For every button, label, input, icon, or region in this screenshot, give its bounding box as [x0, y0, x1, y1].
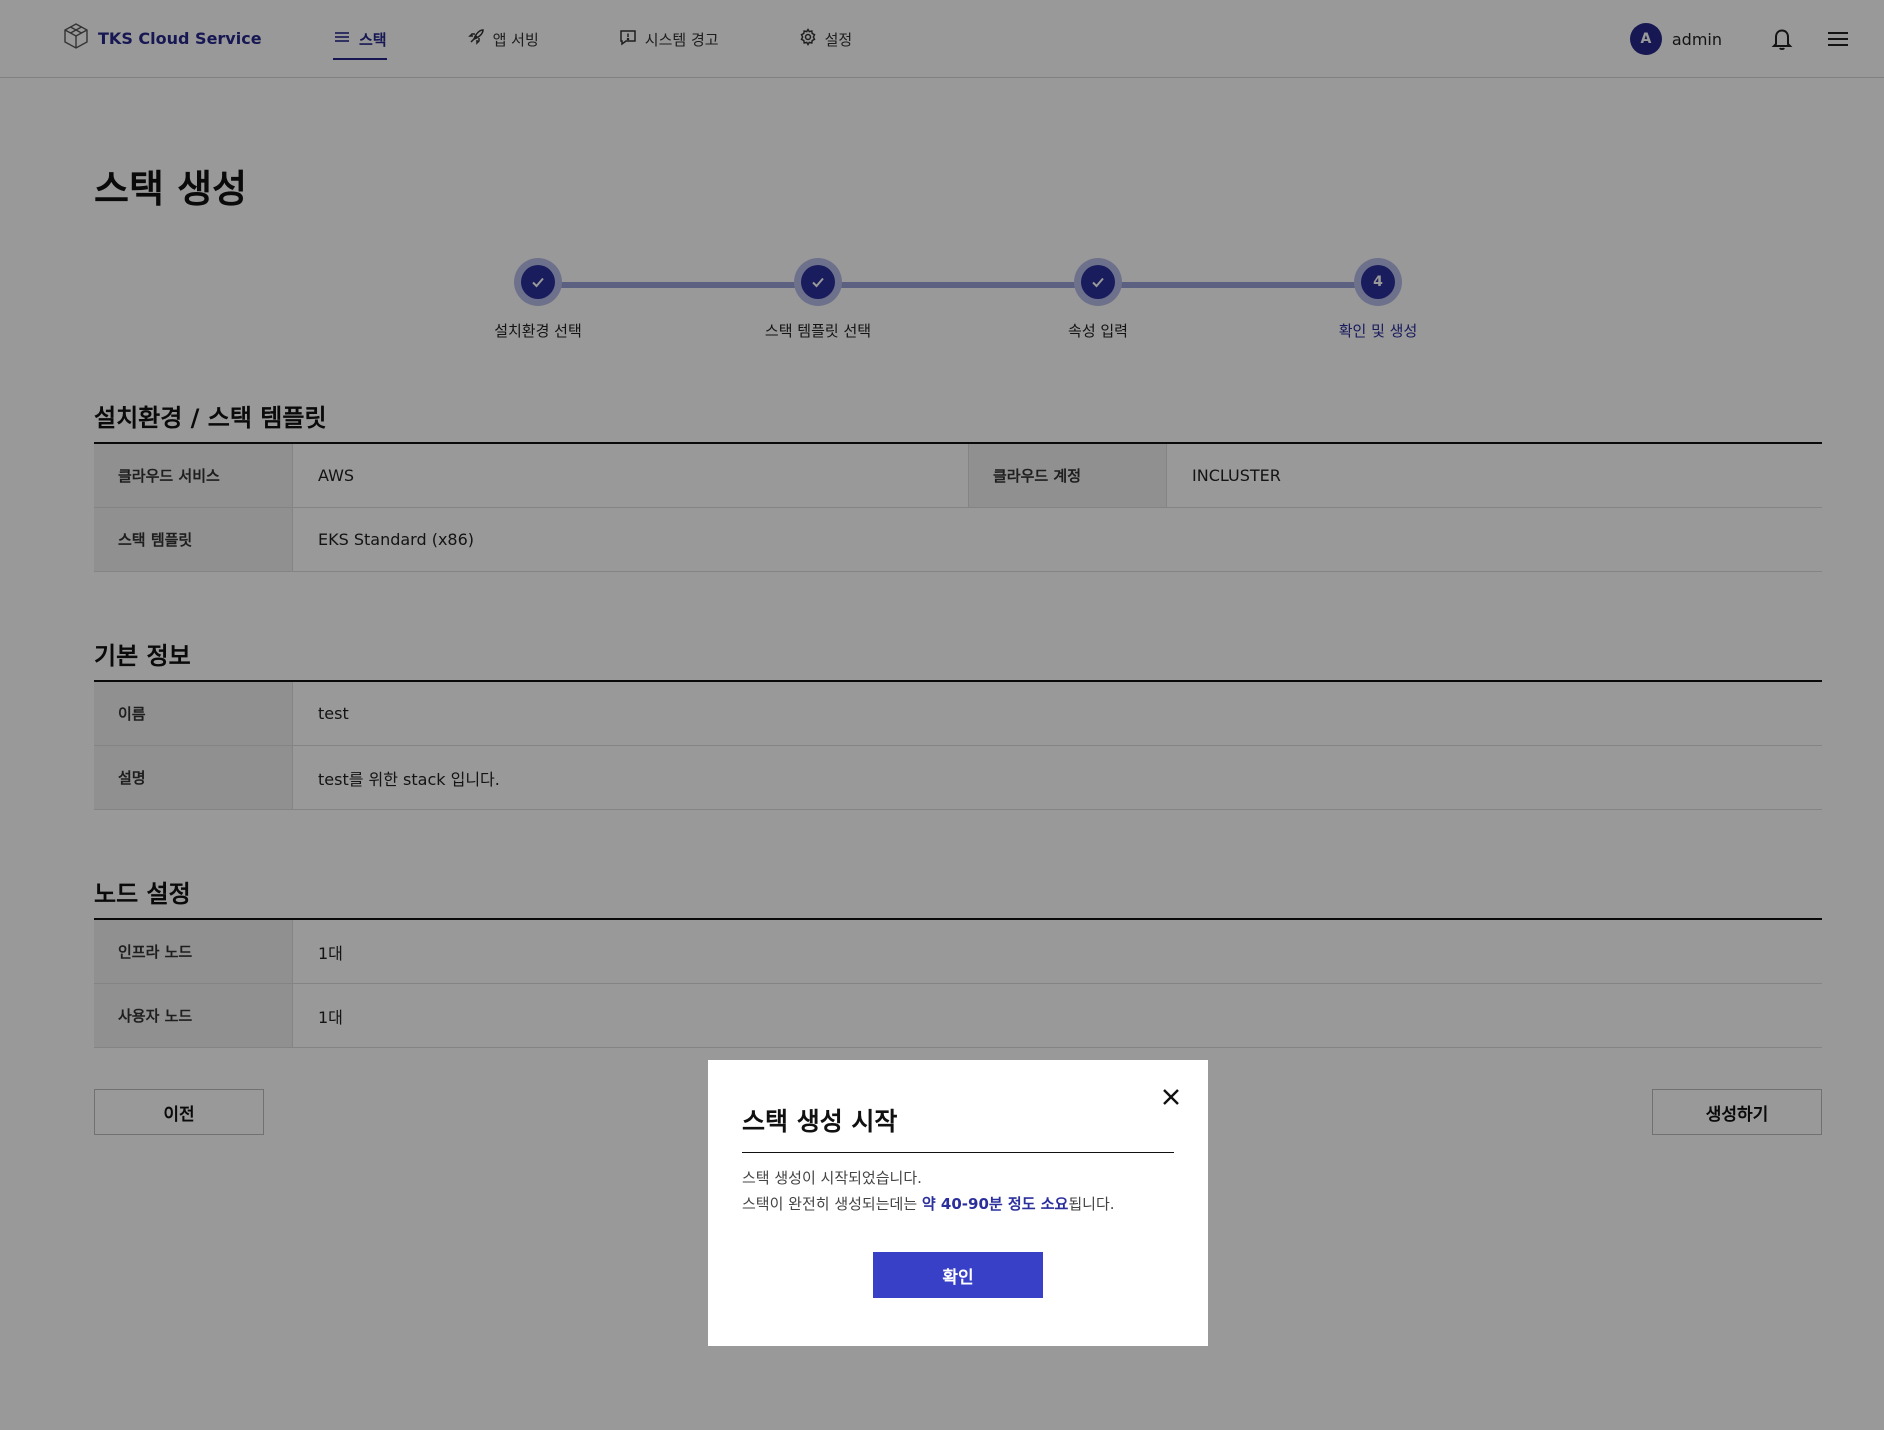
modal-line-2: 스택이 완전히 생성되는데는 약 40-90분 정도 소요됩니다.	[742, 1191, 1174, 1217]
modal-body: 스택 생성이 시작되었습니다. 스택이 완전히 생성되는데는 약 40-90분 …	[742, 1165, 1174, 1217]
confirm-button[interactable]: 확인	[873, 1252, 1043, 1298]
modal-line-1: 스택 생성이 시작되었습니다.	[742, 1169, 922, 1187]
stack-creation-modal: 스택 생성 시작 스택 생성이 시작되었습니다. 스택이 완전히 생성되는데는 …	[708, 1060, 1208, 1346]
modal-title: 스택 생성 시작	[742, 1102, 1174, 1153]
modal-line-2-suffix: 됩니다.	[1068, 1195, 1115, 1213]
duration-highlight: 약 40-90분 정도 소요	[921, 1195, 1069, 1213]
modal-line-2-prefix: 스택이 완전히 생성되는데는	[742, 1195, 922, 1213]
